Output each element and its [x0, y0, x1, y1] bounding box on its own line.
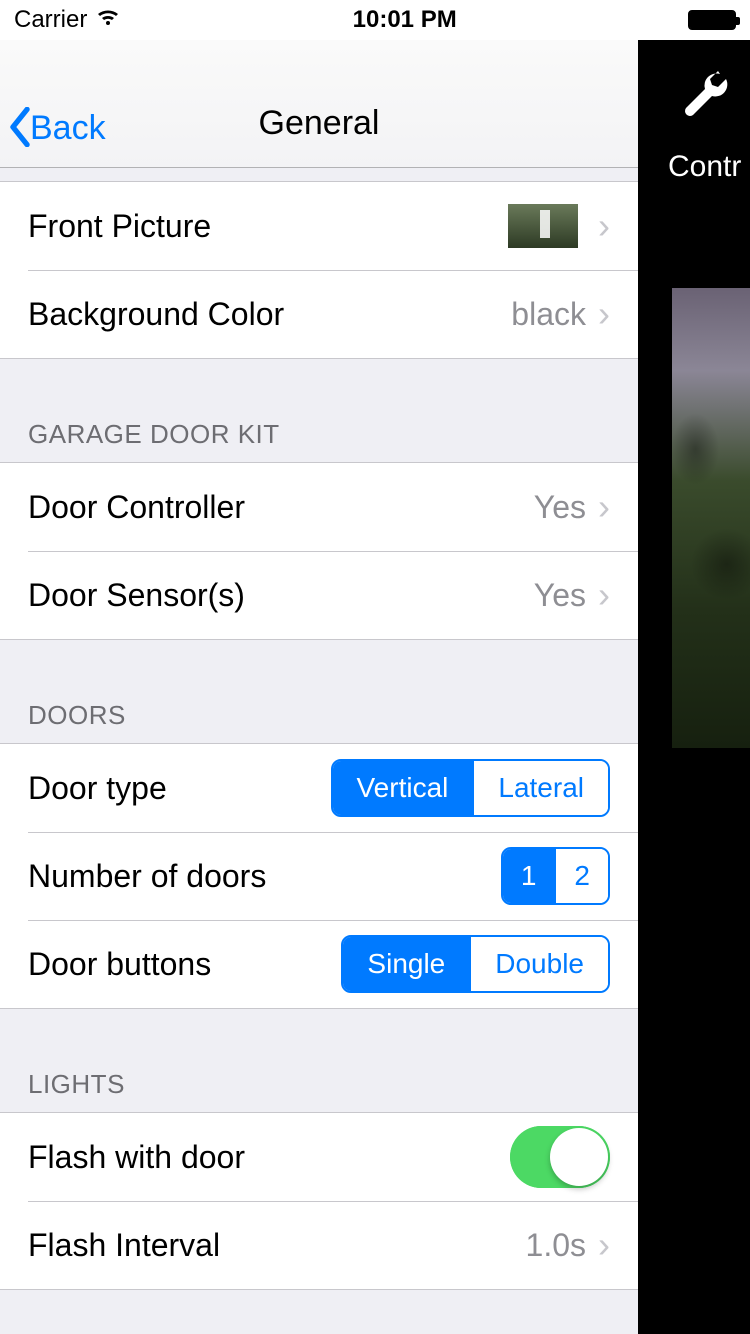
flash-interval-label: Flash Interval	[28, 1227, 526, 1264]
nav-bar: Back General	[0, 40, 638, 168]
row-door-controller[interactable]: Door Controller Yes ›	[0, 463, 638, 551]
row-flash-with-door: Flash with door	[0, 1113, 638, 1201]
chevron-right-icon: ›	[598, 1224, 610, 1266]
flash-with-door-label: Flash with door	[28, 1139, 510, 1176]
status-bar: Carrier 10:01 PM	[0, 0, 750, 40]
row-background-color[interactable]: Background Color black ›	[0, 270, 638, 358]
front-picture-thumbnail	[508, 204, 578, 248]
section-header-doors: DOORS	[0, 640, 638, 743]
group-interface: Front Picture › Background Color black ›	[0, 181, 638, 359]
back-button[interactable]: Back	[6, 107, 106, 149]
row-door-buttons: Door buttons Single Double	[0, 920, 638, 1008]
row-door-sensors[interactable]: Door Sensor(s) Yes ›	[0, 551, 638, 639]
back-label: Back	[30, 109, 106, 148]
group-doors: Door type Vertical Lateral Number of doo…	[0, 743, 638, 1009]
row-front-picture[interactable]: Front Picture ›	[0, 182, 638, 270]
doors-option-2[interactable]: 2	[554, 849, 608, 903]
row-flash-interval[interactable]: Flash Interval 1.0s ›	[0, 1201, 638, 1289]
chevron-right-icon: ›	[598, 293, 610, 335]
chevron-right-icon: ›	[598, 574, 610, 616]
number-of-doors-segmented[interactable]: 1 2	[501, 847, 610, 905]
flash-interval-value: 1.0s	[526, 1227, 586, 1264]
door-buttons-option-double[interactable]: Double	[469, 937, 608, 991]
door-sensors-value: Yes	[534, 577, 586, 614]
section-header-interface: INTERFACE	[0, 168, 638, 181]
door-type-option-lateral[interactable]: Lateral	[472, 761, 608, 815]
front-picture-label: Front Picture	[28, 208, 508, 245]
chevron-right-icon: ›	[598, 486, 610, 528]
wrench-icon[interactable]	[680, 68, 732, 125]
chevron-right-icon: ›	[598, 205, 610, 247]
doors-option-1[interactable]: 1	[503, 849, 555, 903]
carrier-label: Carrier	[14, 6, 87, 34]
clock: 10:01 PM	[353, 6, 457, 34]
row-number-of-doors: Number of doors 1 2	[0, 832, 638, 920]
section-header-lights: LIGHTS	[0, 1009, 638, 1112]
door-type-label: Door type	[28, 770, 331, 807]
door-buttons-label: Door buttons	[28, 946, 341, 983]
battery-icon	[688, 10, 736, 30]
door-type-option-vertical[interactable]: Vertical	[333, 761, 473, 815]
group-lights: Flash with door Flash Interval 1.0s ›	[0, 1112, 638, 1290]
side-panel-title: Contr	[668, 150, 741, 184]
door-buttons-option-single[interactable]: Single	[343, 937, 469, 991]
wifi-icon	[95, 6, 121, 34]
section-header-garage: GARAGE DOOR KIT	[0, 359, 638, 462]
settings-pane: Back General INTERFACE Front Picture › B…	[0, 40, 638, 1334]
door-controller-label: Door Controller	[28, 489, 534, 526]
door-buttons-segmented[interactable]: Single Double	[341, 935, 610, 993]
door-controller-value: Yes	[534, 489, 586, 526]
number-of-doors-label: Number of doors	[28, 858, 501, 895]
background-color-value: black	[511, 296, 586, 333]
group-garage: Door Controller Yes › Door Sensor(s) Yes…	[0, 462, 638, 640]
door-type-segmented[interactable]: Vertical Lateral	[331, 759, 610, 817]
side-panel-photo	[672, 288, 750, 748]
side-panel[interactable]: Contr	[638, 40, 750, 1334]
door-sensors-label: Door Sensor(s)	[28, 577, 534, 614]
background-color-label: Background Color	[28, 296, 511, 333]
settings-scroll[interactable]: INTERFACE Front Picture › Background Col…	[0, 168, 638, 1334]
flash-with-door-switch[interactable]	[510, 1126, 610, 1188]
row-door-type: Door type Vertical Lateral	[0, 744, 638, 832]
